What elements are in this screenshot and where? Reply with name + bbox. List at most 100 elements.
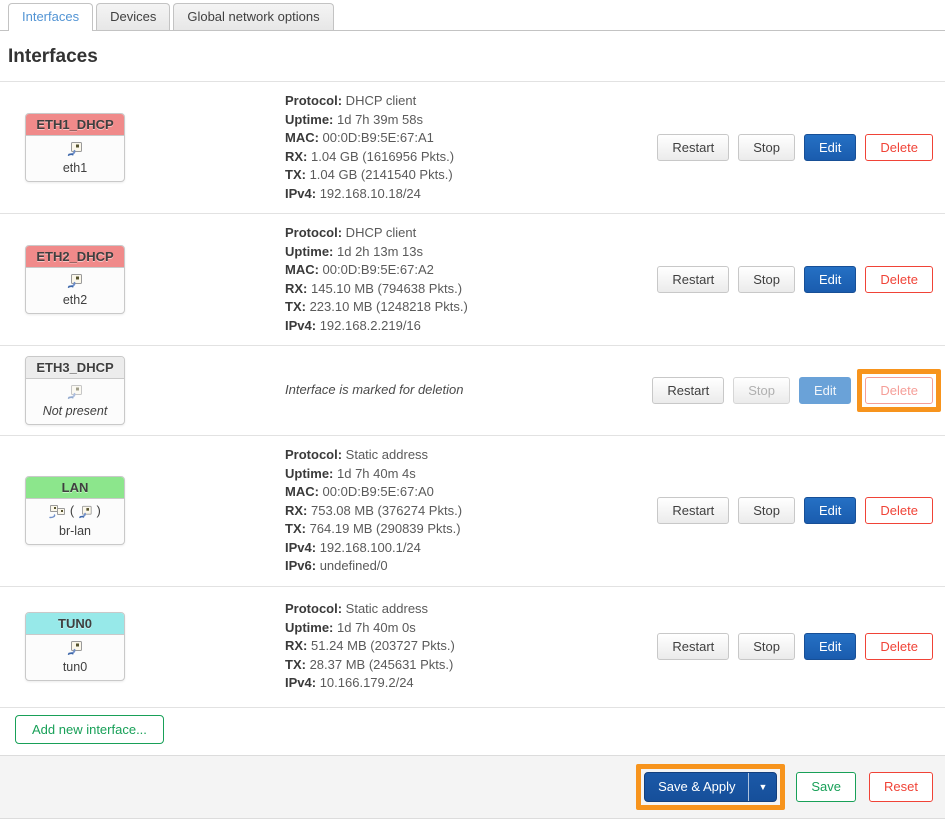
detail-value: 1d 2h 13m 13s [333,244,423,259]
detail-value: 764.19 MB (290839 Pkts.) [306,521,461,536]
delete-button[interactable]: Delete [865,633,933,660]
tab-devices[interactable]: Devices [96,3,170,30]
save-apply-label[interactable]: Save & Apply [645,773,748,801]
stop-button[interactable]: Stop [738,134,795,161]
detail-label: Uptime: [285,112,333,127]
detail-label: IPv4: [285,186,316,201]
detail-value: DHCP client [342,225,416,240]
tab-global-network-options[interactable]: Global network options [173,3,333,30]
reset-button[interactable]: Reset [869,772,933,802]
delete-button[interactable]: Delete [865,377,933,404]
interface-detail-line: IPv4: 192.168.100.1/24 [285,539,647,558]
interface-card-tun0: TUN0 tun0 [25,612,125,681]
interface-actions: Restart Stop Edit Delete [657,633,933,660]
detail-label: IPv4: [285,540,316,555]
detail-label: MAC: [285,484,319,499]
delete-button[interactable]: Delete [865,497,933,524]
interface-card-cell: ETH3_DHCP Not present [0,356,285,425]
detail-label: Protocol: [285,447,342,462]
detail-value: 145.10 MB (794638 Pkts.) [307,281,462,296]
stop-button[interactable]: Stop [738,266,795,293]
detail-label: IPv6: [285,558,316,573]
interface-detail-line: IPv4: 192.168.10.18/24 [285,185,647,204]
interface-detail-line: Uptime: 1d 7h 39m 58s [285,111,647,130]
interface-card-lan: LAN ( ) br-lan [25,476,125,545]
ethernet-icon [78,505,93,519]
detail-value: 51.24 MB (203727 Pkts.) [307,638,454,653]
interface-actions: Restart Stop Edit Delete [657,134,933,161]
device-label: br-lan [28,524,122,538]
interface-detail-line: Protocol: DHCP client [285,92,647,111]
interface-row-eth2: ETH2_DHCP eth2 Protocol: DHCP clientUpti… [0,214,945,346]
interface-card-body: eth2 [26,268,124,313]
interface-card-cell: ETH2_DHCP eth2 [0,245,285,314]
detail-value: 00:0D:B9:5E:67:A1 [319,130,434,145]
dropdown-arrow-icon[interactable]: ▼ [748,773,776,801]
tab-bar: Interfaces Devices Global network option… [0,0,945,31]
ethernet-icon [28,384,122,402]
edit-button[interactable]: Edit [804,134,856,161]
interface-detail-line: IPv4: 10.166.179.2/24 [285,674,647,693]
detail-label: TX: [285,167,306,182]
interface-detail-line: TX: 223.10 MB (1248218 Pkts.) [285,298,647,317]
interface-actions: Restart Stop Edit Delete [652,377,933,404]
interface-card-eth3: ETH3_DHCP Not present [25,356,125,425]
interface-card-eth1: ETH1_DHCP eth1 [25,113,125,182]
detail-value: 1d 7h 40m 4s [333,466,415,481]
delete-button[interactable]: Delete [865,266,933,293]
interface-detail-line: IPv4: 192.168.2.219/16 [285,317,647,336]
tab-interfaces[interactable]: Interfaces [8,3,93,31]
interface-actions: Restart Stop Edit Delete [657,497,933,524]
interface-details: Protocol: Static addressUptime: 1d 7h 40… [285,446,657,576]
switch-icon [49,504,66,519]
detail-value: DHCP client [342,93,416,108]
interface-name-badge: TUN0 [26,613,124,635]
detail-label: Protocol: [285,225,342,240]
interface-card-body: tun0 [26,635,124,680]
interface-detail-line: RX: 1.04 GB (1616956 Pkts.) [285,148,647,167]
restart-button[interactable]: Restart [657,497,729,524]
save-apply-button[interactable]: Save & Apply ▼ [644,772,777,802]
stop-button[interactable]: Stop [738,497,795,524]
ethernet-icon [28,273,122,291]
delete-button[interactable]: Delete [865,134,933,161]
interface-detail-line: Protocol: Static address [285,446,647,465]
detail-label: TX: [285,299,306,314]
edit-button[interactable]: Edit [804,497,856,524]
edit-button[interactable]: Edit [804,633,856,660]
interface-row-eth3: ETH3_DHCP Not present Interface is marke… [0,346,945,436]
page-title: Interfaces [8,46,937,68]
restart-button[interactable]: Restart [657,266,729,293]
interface-row-tun0: TUN0 tun0 Protocol: Static addressUptime… [0,587,945,708]
paren-open: ( [70,503,74,518]
highlight-box-delete: Delete [857,369,941,412]
detail-label: Uptime: [285,466,333,481]
detail-label: Uptime: [285,620,333,635]
detail-label: MAC: [285,130,319,145]
interface-details: Protocol: DHCP clientUptime: 1d 7h 39m 5… [285,92,657,203]
deletion-note: Interface is marked for deletion [285,382,463,397]
detail-value: 28.37 MB (245631 Pkts.) [306,657,453,672]
save-button[interactable]: Save [796,772,856,802]
detail-value: 1.04 GB (2141540 Pkts.) [306,167,453,182]
interface-details: Interface is marked for deletion [285,381,652,400]
detail-label: TX: [285,657,306,672]
stop-button: Stop [733,377,790,404]
detail-value: Static address [342,601,428,616]
detail-value: 753.08 MB (376274 Pkts.) [307,503,462,518]
detail-value: 1d 7h 40m 0s [333,620,415,635]
interface-actions: Restart Stop Edit Delete [657,266,933,293]
stop-button[interactable]: Stop [738,633,795,660]
restart-button[interactable]: Restart [657,633,729,660]
paren-close: ) [96,503,100,518]
detail-value: 00:0D:B9:5E:67:A0 [319,484,434,499]
detail-value: 192.168.100.1/24 [316,540,421,555]
restart-button[interactable]: Restart [652,377,724,404]
restart-button[interactable]: Restart [657,134,729,161]
edit-button[interactable]: Edit [804,266,856,293]
detail-label: RX: [285,503,307,518]
interface-details: Protocol: Static addressUptime: 1d 7h 40… [285,600,657,693]
detail-label: TX: [285,521,306,536]
add-new-interface-button[interactable]: Add new interface... [15,715,164,744]
interface-card-eth2: ETH2_DHCP eth2 [25,245,125,314]
